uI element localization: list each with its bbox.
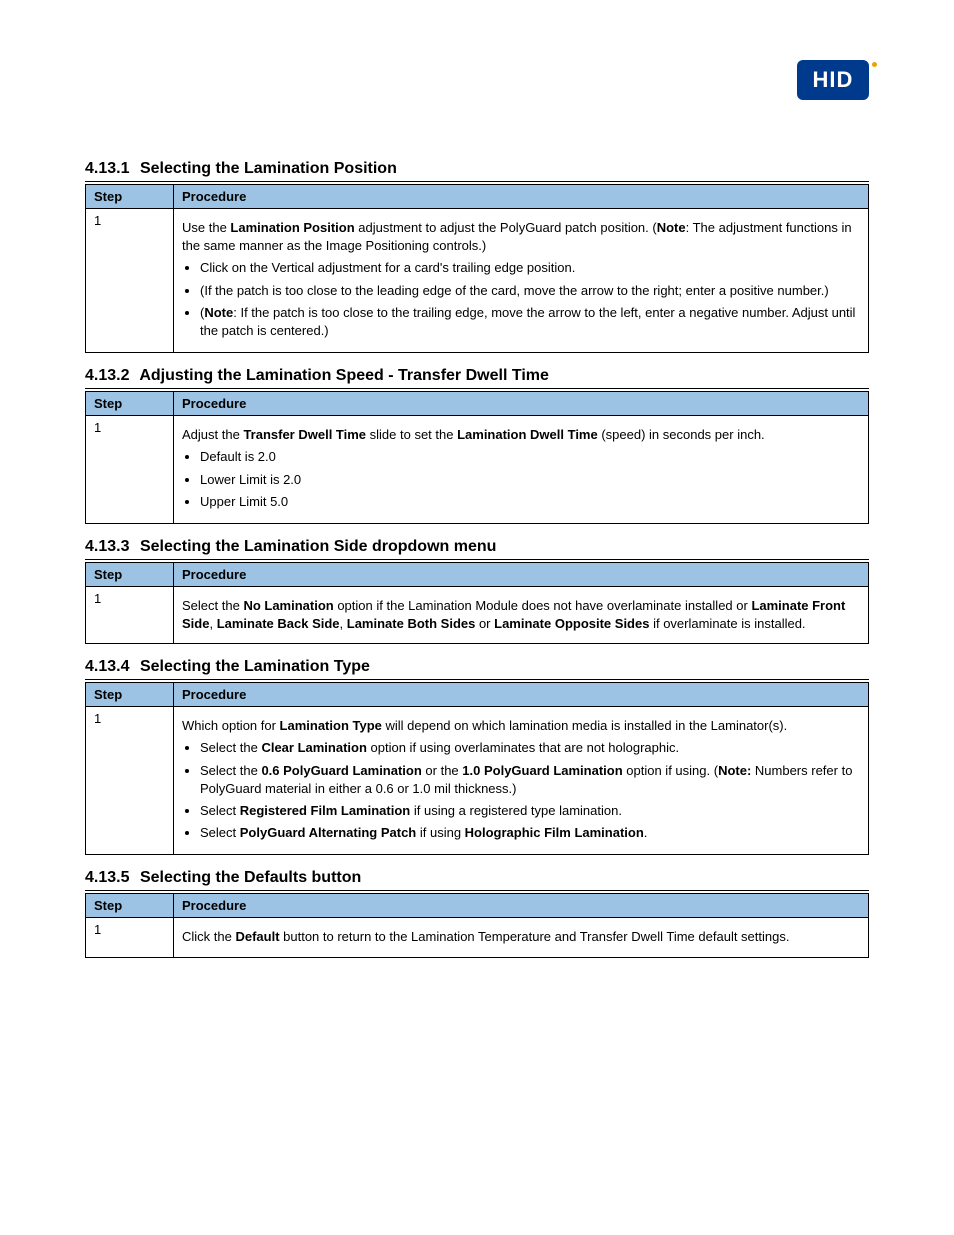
- step-number: 1: [86, 209, 174, 353]
- procedure-cell: Select the No Lamination option if the L…: [174, 586, 869, 643]
- col-step: Step: [86, 392, 174, 416]
- section-4-13-1: 4.13.1 Selecting the Lamination Position…: [85, 160, 869, 353]
- section-4-13-4: 4.13.4 Selecting the Lamination Type Ste…: [85, 658, 869, 855]
- section-number: 4.13.1: [85, 160, 129, 177]
- procedure-cell: Click the Default button to return to th…: [174, 918, 869, 957]
- procedure-cell: Which option for Lamination Type will de…: [174, 707, 869, 855]
- intro-line: Adjust the Transfer Dwell Time slide to …: [182, 426, 860, 444]
- list-item: Select Registered Film Lamination if usi…: [200, 802, 860, 820]
- bullet-list: Select the Clear Lamination option if us…: [200, 739, 860, 842]
- procedure-cell: Use the Lamination Position adjustment t…: [174, 209, 869, 353]
- section-number: 4.13.3: [85, 538, 129, 555]
- section-number: 4.13.4: [85, 658, 129, 675]
- section-title: Adjusting the Lamination Speed - Transfe…: [139, 367, 549, 384]
- section-4-13-2: 4.13.2 Adjusting the Lamination Speed - …: [85, 367, 869, 524]
- step-table: Step Procedure 1 Click the Default butto…: [85, 893, 869, 957]
- col-procedure: Procedure: [174, 683, 869, 707]
- step-number: 1: [86, 586, 174, 643]
- col-procedure: Procedure: [174, 894, 869, 918]
- list-item: (If the patch is too close to the leadin…: [200, 282, 860, 300]
- section-title: Selecting the Lamination Side dropdown m…: [140, 538, 496, 555]
- col-procedure: Procedure: [174, 185, 869, 209]
- section-number: 4.13.5: [85, 869, 129, 886]
- text-line: Click the Default button to return to th…: [182, 928, 860, 946]
- text-line: Select the No Lamination option if the L…: [182, 597, 860, 633]
- step-table: Step Procedure 1 Which option for Lamina…: [85, 682, 869, 855]
- list-item: Select PolyGuard Alternating Patch if us…: [200, 824, 860, 842]
- logo-text: HID: [813, 67, 854, 93]
- col-step: Step: [86, 894, 174, 918]
- step-number: 1: [86, 416, 174, 524]
- procedure-cell: Adjust the Transfer Dwell Time slide to …: [174, 416, 869, 524]
- section-heading: 4.13.3 Selecting the Lamination Side dro…: [85, 538, 869, 560]
- document-page: HID 4.13.1 Selecting the Lamination Posi…: [0, 0, 954, 1235]
- list-item: Select the 0.6 PolyGuard Lamination or t…: [200, 762, 860, 798]
- section-heading: 4.13.5 Selecting the Defaults button: [85, 869, 869, 891]
- list-item: Select the Clear Lamination option if us…: [200, 739, 860, 757]
- hid-logo: HID: [797, 60, 869, 100]
- step-number: 1: [86, 707, 174, 855]
- bullet-list: Click on the Vertical adjustment for a c…: [200, 259, 860, 340]
- col-step: Step: [86, 185, 174, 209]
- section-number: 4.13.2: [85, 367, 129, 384]
- list-item: Default is 2.0: [200, 448, 860, 466]
- list-item: Lower Limit is 2.0: [200, 471, 860, 489]
- section-4-13-5: 4.13.5 Selecting the Defaults button Ste…: [85, 869, 869, 957]
- list-item: (Note: If the patch is too close to the …: [200, 304, 860, 340]
- step-number: 1: [86, 918, 174, 957]
- section-title: Selecting the Lamination Position: [140, 160, 397, 177]
- step-table: Step Procedure 1 Select the No Laminatio…: [85, 562, 869, 644]
- col-step: Step: [86, 562, 174, 586]
- section-4-13-3: 4.13.3 Selecting the Lamination Side dro…: [85, 538, 869, 644]
- content: 4.13.1 Selecting the Lamination Position…: [85, 60, 869, 958]
- bullet-list: Default is 2.0 Lower Limit is 2.0 Upper …: [200, 448, 860, 511]
- section-heading: 4.13.4 Selecting the Lamination Type: [85, 658, 869, 680]
- section-title: Selecting the Defaults button: [140, 869, 361, 886]
- step-table: Step Procedure 1 Use the Lamination Posi…: [85, 184, 869, 353]
- section-heading: 4.13.2 Adjusting the Lamination Speed - …: [85, 367, 869, 389]
- col-step: Step: [86, 683, 174, 707]
- section-title: Selecting the Lamination Type: [140, 658, 370, 675]
- col-procedure: Procedure: [174, 392, 869, 416]
- step-table: Step Procedure 1 Adjust the Transfer Dwe…: [85, 391, 869, 524]
- section-heading: 4.13.1 Selecting the Lamination Position: [85, 160, 869, 182]
- intro-line: Use the Lamination Position adjustment t…: [182, 219, 860, 255]
- col-procedure: Procedure: [174, 562, 869, 586]
- list-item: Click on the Vertical adjustment for a c…: [200, 259, 860, 277]
- intro-line: Which option for Lamination Type will de…: [182, 717, 860, 735]
- list-item: Upper Limit 5.0: [200, 493, 860, 511]
